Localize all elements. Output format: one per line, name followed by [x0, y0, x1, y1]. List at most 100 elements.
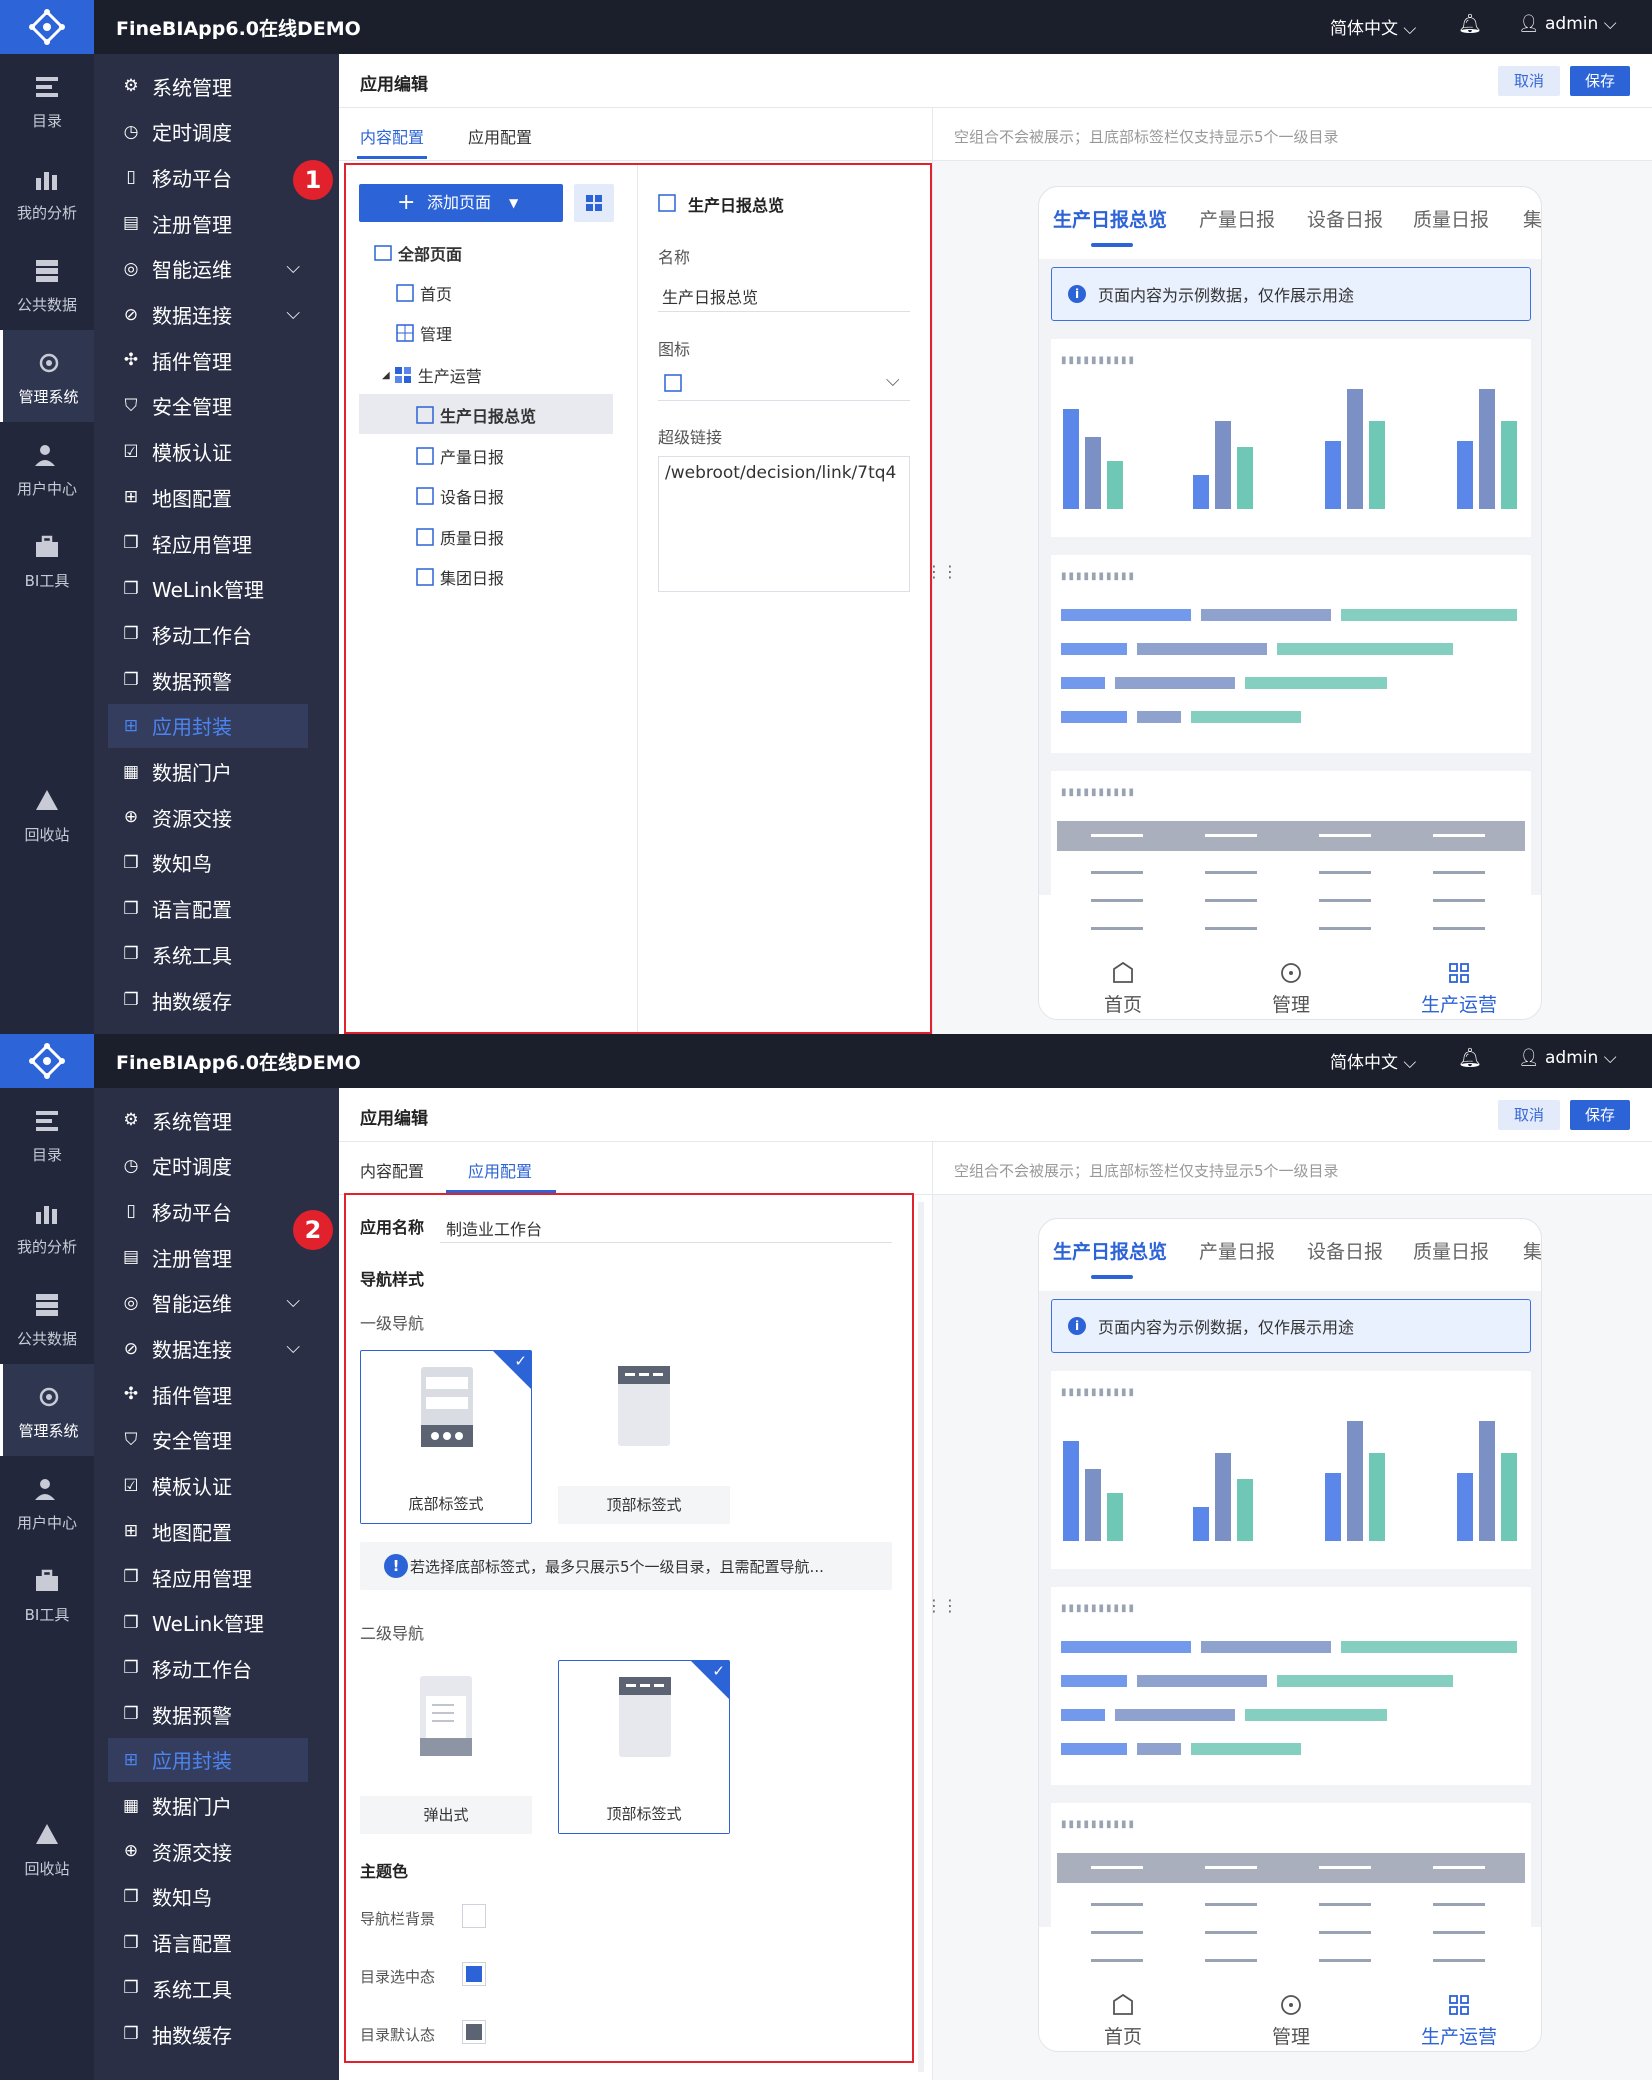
save-button[interactable]: 保存	[1570, 1100, 1630, 1130]
language-select[interactable]: 简体中文 ⌵	[1330, 1048, 1416, 1073]
rail-item-2[interactable]: 公共数据	[0, 238, 94, 330]
bell-icon[interactable]: 🔔︎	[1458, 12, 1482, 35]
menu-item-15[interactable]: ▦ 数据门户	[108, 750, 308, 794]
menu-item-4[interactable]: ◎ 智能运维 ⌵	[108, 1281, 308, 1325]
menu-item-5[interactable]: ⊘ 数据连接 ⌵	[108, 1327, 308, 1371]
menu-item-18[interactable]: ❐ 语言配置	[108, 1921, 308, 1965]
phone-tab[interactable]: 质量日报	[1413, 1237, 1489, 1264]
cancel-button[interactable]: 取消	[1498, 1100, 1560, 1130]
phone-footer-item[interactable]: 首页	[1063, 961, 1183, 1017]
menu-item-13[interactable]: ❐ 数据预警	[108, 658, 308, 702]
menu-item-12[interactable]: ❐ 移动工作台	[108, 612, 308, 656]
menu-item-7[interactable]: ⛉ 安全管理	[108, 384, 308, 428]
menu-item-0[interactable]: ⚙ 系统管理	[108, 1098, 308, 1142]
logo-icon[interactable]	[0, 1034, 94, 1088]
phone-footer: 首页 管理 生产运营	[1039, 1985, 1541, 2051]
phone-tab[interactable]: 质量日报	[1413, 205, 1489, 232]
menu-label: 智能运维	[152, 1292, 232, 1317]
phone-tab[interactable]: 产量日报	[1199, 1237, 1275, 1264]
rail-item-1[interactable]: 我的分析	[0, 146, 94, 238]
logo-icon[interactable]	[0, 0, 94, 54]
tab-content-config[interactable]: 内容配置	[360, 1158, 424, 1182]
language-select[interactable]: 简体中文 ⌵	[1330, 14, 1416, 39]
rail-item-6[interactable]: 回收站	[0, 768, 94, 860]
phone-footer-item[interactable]: 管理	[1231, 1993, 1351, 2049]
cancel-button[interactable]: 取消	[1498, 66, 1560, 96]
menu-item-16[interactable]: ⊕ 资源交接	[108, 1829, 308, 1873]
menu-item-0[interactable]: ⚙ 系统管理	[108, 64, 308, 108]
user-menu[interactable]: 👤︎ admin ⌵	[1518, 1048, 1617, 1068]
rail-item-2[interactable]: 公共数据	[0, 1272, 94, 1364]
menu-item-19[interactable]: ❐ 系统工具	[108, 932, 308, 976]
info-bar: i 页面内容为示例数据，仅作展示用途	[1051, 1299, 1531, 1353]
menu-item-20[interactable]: ❐ 抽数缓存	[108, 2012, 308, 2056]
save-button[interactable]: 保存	[1570, 66, 1630, 96]
rail-item-5[interactable]: BI工具	[0, 1548, 94, 1640]
menu-icon: ⛉	[124, 1429, 138, 1450]
drag-handle-icon[interactable]: ⋮⋮	[926, 1596, 958, 1615]
rail-item-6[interactable]: 回收站	[0, 1802, 94, 1894]
menu-item-4[interactable]: ◎ 智能运维 ⌵	[108, 247, 308, 291]
phone-tab[interactable]: 生产日报总览	[1053, 1237, 1167, 1264]
phone-footer-item[interactable]: 管理	[1231, 961, 1351, 1017]
phone-tab[interactable]: 集	[1523, 1237, 1541, 1264]
phone-tab[interactable]: 设备日报	[1307, 205, 1383, 232]
menu-item-20[interactable]: ❐ 抽数缓存	[108, 978, 308, 1022]
menu-item-9[interactable]: ⊞ 地图配置	[108, 1509, 308, 1553]
rail-item-4[interactable]: 用户中心	[0, 1456, 94, 1548]
rail-item-0[interactable]: 目录	[0, 54, 94, 146]
menu-item-10[interactable]: ❐ 轻应用管理	[108, 521, 308, 565]
phone-footer-item[interactable]: 首页	[1063, 1993, 1183, 2049]
tab-app-config[interactable]: 应用配置	[468, 124, 532, 148]
menu-item-12[interactable]: ❐ 移动工作台	[108, 1646, 308, 1690]
phone-tab[interactable]: 生产日报总览	[1053, 205, 1167, 232]
drag-handle-icon[interactable]: ⋮⋮	[926, 562, 958, 581]
menu-item-2[interactable]: ▯ 移动平台	[108, 1189, 308, 1233]
menu-item-14[interactable]: ⊞ 应用封装	[108, 703, 308, 748]
menu-item-8[interactable]: ☑ 模板认证	[108, 430, 308, 474]
rail-item-0[interactable]: 目录	[0, 1088, 94, 1180]
menu-item-19[interactable]: ❐ 系统工具	[108, 1966, 308, 2010]
menu-item-18[interactable]: ❐ 语言配置	[108, 887, 308, 931]
menu-item-9[interactable]: ⊞ 地图配置	[108, 475, 308, 519]
rail-item-1[interactable]: 我的分析	[0, 1180, 94, 1272]
info-bar: i 页面内容为示例数据，仅作展示用途	[1051, 267, 1531, 321]
menu-item-16[interactable]: ⊕ 资源交接	[108, 795, 308, 839]
menu-item-5[interactable]: ⊘ 数据连接 ⌵	[108, 293, 308, 337]
phone-tab[interactable]: 集	[1523, 205, 1541, 232]
rail-item-3[interactable]: 管理系统	[0, 330, 94, 422]
menu-item-10[interactable]: ❐ 轻应用管理	[108, 1555, 308, 1599]
menu-item-11[interactable]: ❐ WeLink管理	[108, 567, 308, 611]
user-menu[interactable]: 👤︎ admin ⌵	[1518, 14, 1617, 34]
menu-item-3[interactable]: ▤ 注册管理	[108, 1235, 308, 1279]
menu-item-15[interactable]: ▦ 数据门户	[108, 1784, 308, 1828]
tab-content-config[interactable]: 内容配置	[360, 124, 424, 148]
menu-label: 语言配置	[152, 1932, 232, 1957]
phone-footer-item[interactable]: 生产运营	[1399, 961, 1519, 1017]
phone-content: i 页面内容为示例数据，仅作展示用途 ▮▮▮▮▮▮▮▮▮▮ ▮▮▮▮▮▮▮▮▮▮ ▮▮▮…	[1039, 259, 1541, 971]
menu-item-17[interactable]: ❐ 数知鸟	[108, 841, 308, 885]
menu-item-3[interactable]: ▤ 注册管理	[108, 201, 308, 245]
phone-tab[interactable]: 产量日报	[1199, 205, 1275, 232]
menu-item-11[interactable]: ❐ WeLink管理	[108, 1601, 308, 1645]
menu-item-6[interactable]: ✣ 插件管理	[108, 1372, 308, 1416]
bell-icon[interactable]: 🔔︎	[1458, 1046, 1482, 1069]
menu-item-6[interactable]: ✣ 插件管理	[108, 338, 308, 382]
menu-item-14[interactable]: ⊞ 应用封装	[108, 1737, 308, 1782]
rail-label: BI工具	[24, 1606, 70, 1624]
menu-item-1[interactable]: ◷ 定时调度	[108, 1144, 308, 1188]
menu-item-1[interactable]: ◷ 定时调度	[108, 110, 308, 154]
menu-icon: ▤	[122, 1247, 140, 1268]
phone-tab[interactable]: 设备日报	[1307, 1237, 1383, 1264]
scrollbar[interactable]	[918, 1202, 924, 2072]
tab-app-config[interactable]: 应用配置	[468, 1158, 532, 1182]
rail-item-4[interactable]: 用户中心	[0, 422, 94, 514]
menu-item-17[interactable]: ❐ 数知鸟	[108, 1875, 308, 1919]
menu-item-2[interactable]: ▯ 移动平台	[108, 155, 308, 199]
rail-item-5[interactable]: BI工具	[0, 514, 94, 606]
phone-footer-item[interactable]: 生产运营	[1399, 1993, 1519, 2049]
menu-item-7[interactable]: ⛉ 安全管理	[108, 1418, 308, 1462]
menu-item-8[interactable]: ☑ 模板认证	[108, 1464, 308, 1508]
rail-item-3[interactable]: 管理系统	[0, 1364, 94, 1456]
menu-item-13[interactable]: ❐ 数据预警	[108, 1692, 308, 1736]
